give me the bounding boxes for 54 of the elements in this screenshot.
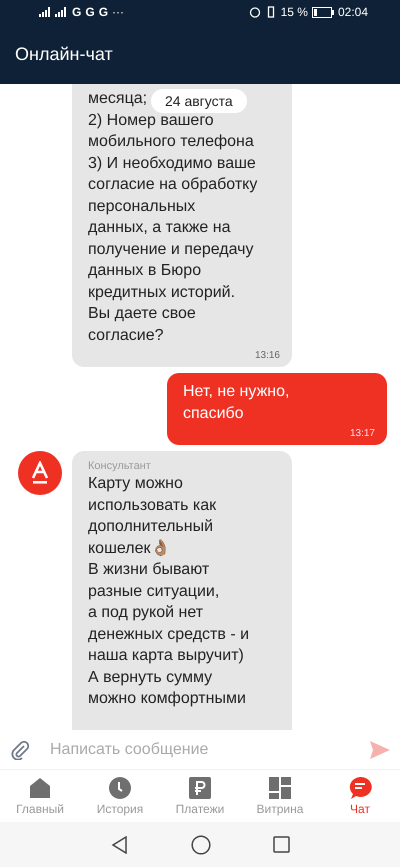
message-line: месяца;: [88, 89, 148, 109]
message-input[interactable]: Написать сообщение: [48, 740, 352, 760]
message-line: кошелек👌🏽: [88, 538, 171, 558]
message-line: 2) Номер вашего: [88, 110, 214, 130]
battery-icon: [312, 6, 334, 18]
date-chip: 24 августа: [151, 89, 247, 113]
home-icon: [28, 776, 52, 800]
message-line: А вернуть сумму: [88, 668, 212, 688]
message-line: денежных средств - и: [88, 624, 250, 644]
message-line: данных в Бюро: [88, 261, 202, 281]
message-line: Нет, не нужно,: [183, 382, 290, 402]
message-line: кредитных историй.: [88, 282, 236, 302]
sender-name: Консультант: [88, 459, 151, 473]
nav-tab[interactable]: Чат: [320, 770, 400, 822]
clock-icon: [108, 776, 132, 800]
chat-icon: [348, 776, 372, 800]
network-indicator: G: [72, 5, 82, 19]
ruble-icon: [188, 776, 212, 800]
alarm-icon: [248, 6, 261, 18]
message-line: персональных: [88, 196, 196, 216]
network-indicator: G: [85, 5, 95, 19]
message-line: 3) И необходимо ваше: [88, 154, 256, 174]
message-line: дополнительный: [88, 517, 214, 537]
message-line: согласие?: [88, 326, 164, 346]
message-line: Вы даете свое: [88, 304, 196, 324]
nav-tab[interactable]: История: [80, 770, 160, 822]
message-line: мобильного телефона: [88, 132, 254, 152]
recents-icon[interactable]: [272, 836, 290, 853]
back-icon[interactable]: [110, 836, 128, 854]
message-line: получение и передачу: [88, 240, 254, 260]
message-line: разные ситуации,: [88, 582, 220, 602]
attach-icon[interactable]: [10, 740, 30, 760]
message-time: 13:17: [350, 428, 375, 439]
nav-tab[interactable]: Платежи: [160, 770, 240, 822]
message-line: данных, а также на: [88, 218, 230, 238]
message-line: В жизни бывают: [88, 560, 210, 580]
message-line: Карту можно: [88, 474, 183, 494]
signal-icon: [38, 6, 68, 18]
network-indicator: G: [98, 5, 108, 19]
nav-tab[interactable]: Главный: [0, 770, 80, 822]
nav-tab[interactable]: Витрина: [240, 770, 320, 822]
home-circle-icon[interactable]: [190, 834, 210, 854]
message-line: а под рукой нет: [88, 603, 204, 623]
message-time: 13:16: [254, 350, 280, 361]
grid-icon: [268, 776, 292, 800]
message-line: спасибо: [183, 404, 244, 424]
battery-percent: 15 %: [280, 5, 308, 19]
message-line: наша карта выручит): [88, 646, 244, 666]
screen-title: Онлайн-чат: [15, 44, 113, 64]
message-line: согласие на обработку: [88, 175, 258, 195]
message-line: использовать как: [88, 496, 216, 516]
message-line: можно комфортными: [88, 689, 246, 709]
clock-time: 02:04: [338, 5, 368, 19]
more-indicator: ···: [112, 5, 124, 19]
